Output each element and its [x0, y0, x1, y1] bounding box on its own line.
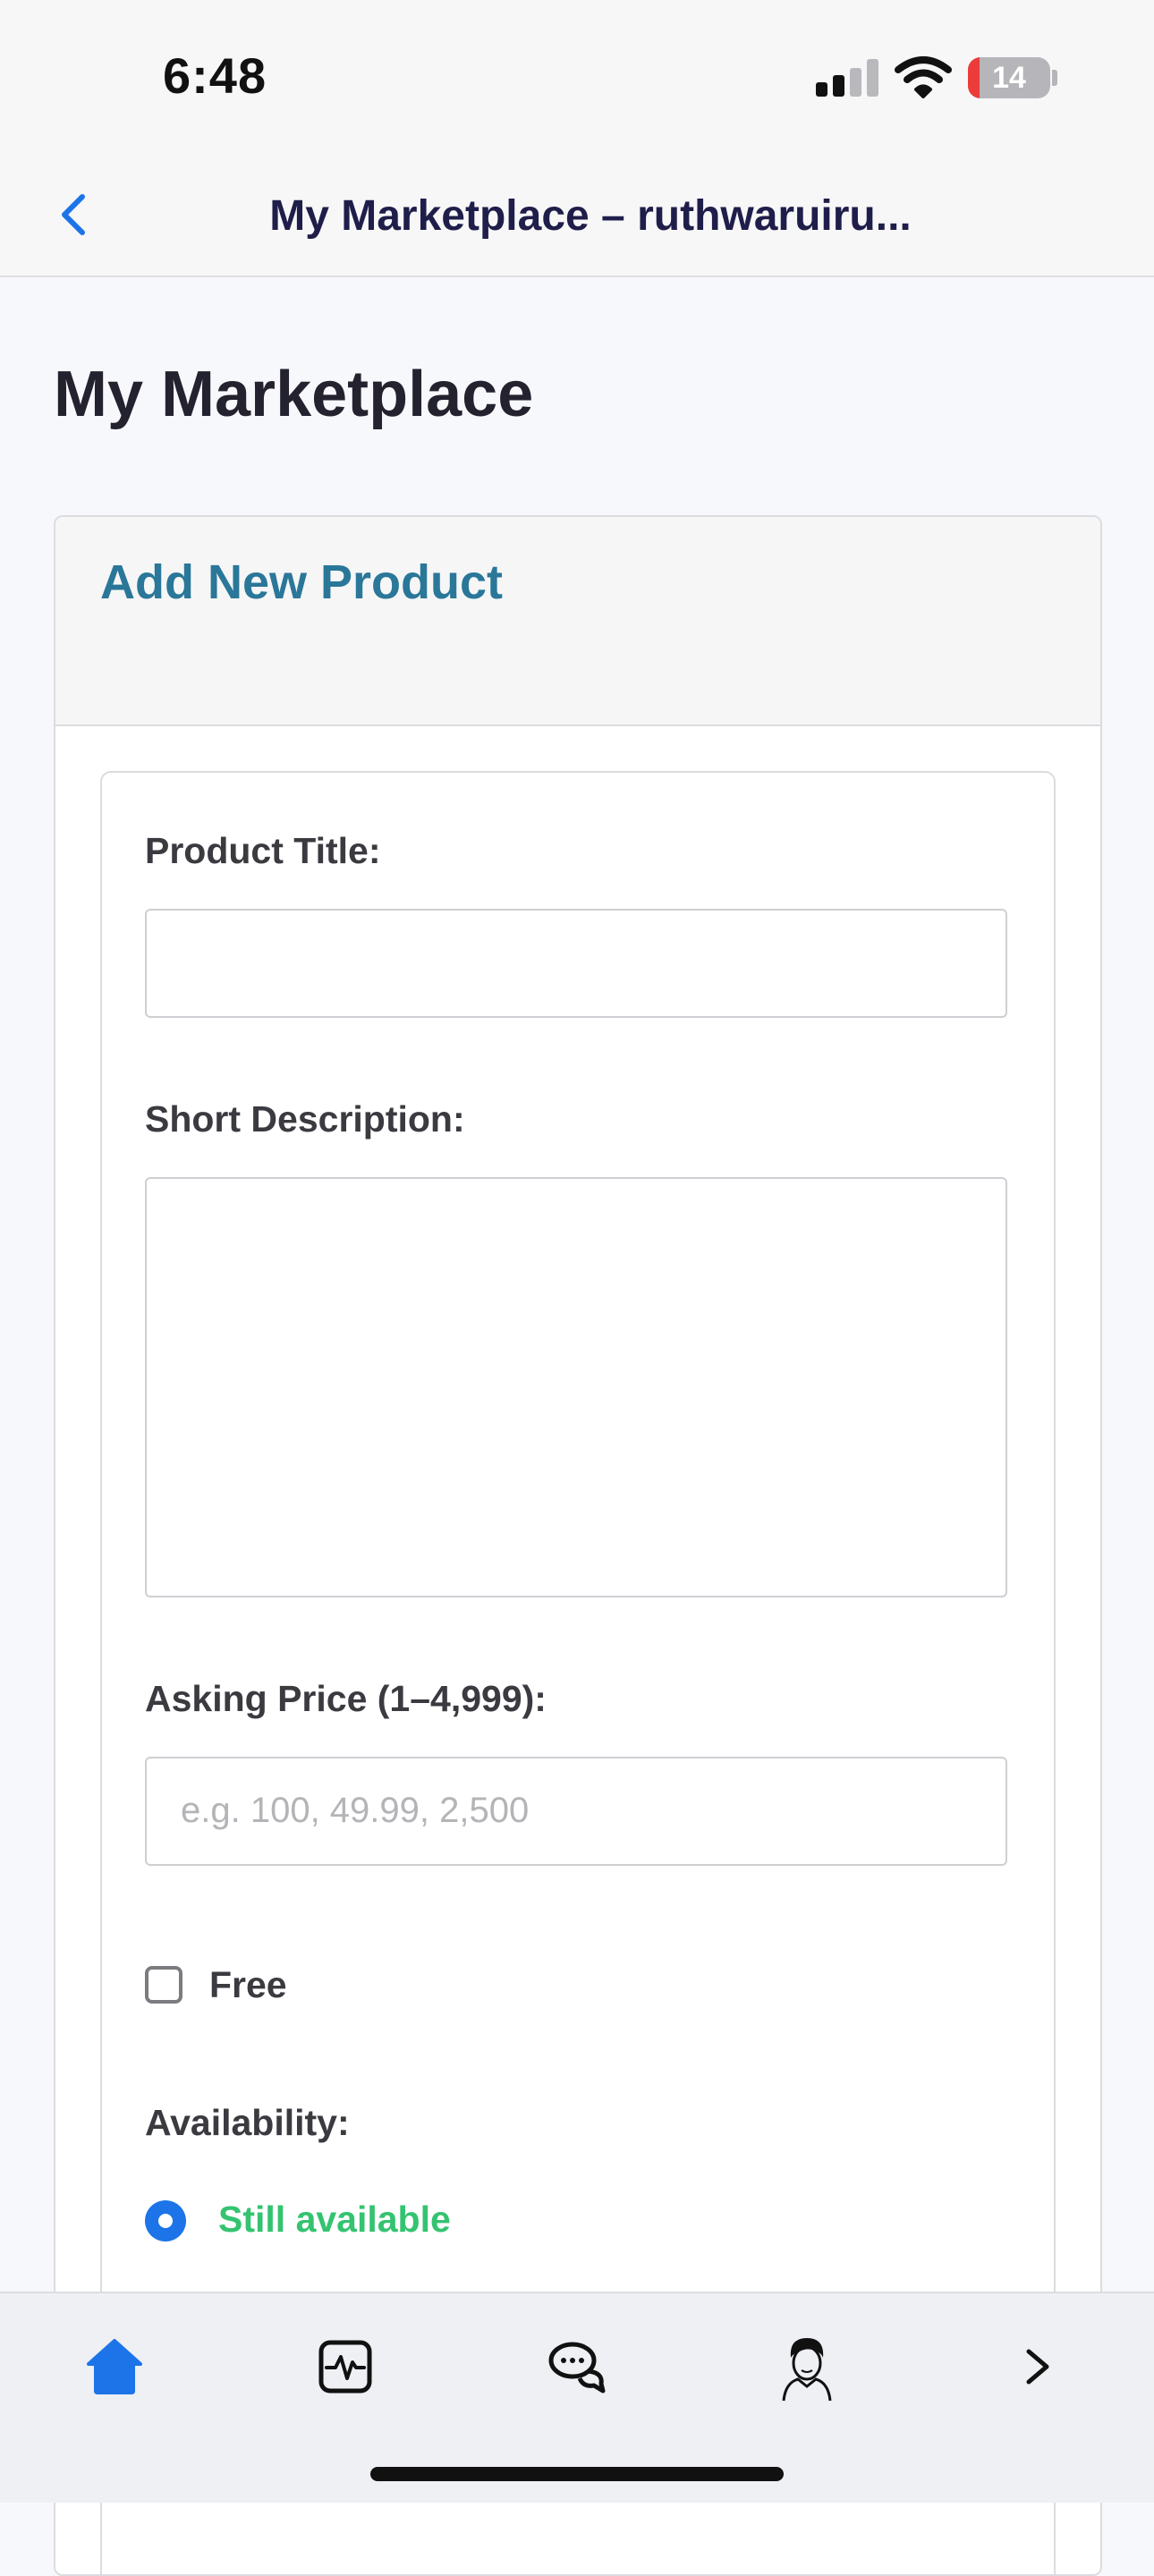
card-header-title: Add New Product — [100, 555, 504, 609]
navigation-bar: My Marketplace – ruthwaruiru... — [0, 152, 1154, 277]
asking-price-label: Asking Price (1–4,999): — [145, 1678, 547, 1719]
nav-title: My Marketplace – ruthwaruiru... — [269, 192, 912, 240]
home-icon[interactable] — [79, 2331, 150, 2402]
asking-price-placeholder: e.g. 100, 49.99, 2,500 — [181, 1791, 530, 1830]
profile-avatar-icon[interactable] — [771, 2331, 843, 2402]
status-time: 6:48 — [163, 47, 267, 104]
short-description-textarea[interactable] — [145, 1177, 1007, 1597]
free-checkbox[interactable] — [145, 1966, 182, 2004]
availability-label: Availability: — [145, 2102, 350, 2143]
chat-bubbles-icon[interactable] — [541, 2331, 613, 2402]
product-title-input[interactable] — [145, 909, 1007, 1018]
battery-cap — [1052, 70, 1057, 86]
home-indicator[interactable] — [370, 2467, 784, 2481]
add-product-card: Add New Product Product Title: Short Des… — [54, 515, 1102, 2576]
free-checkbox-label[interactable]: Free — [209, 1964, 287, 2006]
asking-price-input[interactable]: e.g. 100, 49.99, 2,500 — [145, 1757, 1007, 1866]
chevron-right-icon[interactable] — [1002, 2331, 1073, 2402]
short-description-label: Short Description: — [145, 1098, 465, 1140]
still-available-label[interactable]: Still available — [218, 2199, 451, 2241]
battery-percentage: 14 — [992, 61, 1026, 95]
cellular-signal-icon — [816, 59, 878, 97]
product-title-label: Product Title: — [145, 830, 381, 871]
battery-icon: 14 — [968, 57, 1050, 98]
page-title: My Marketplace — [54, 359, 534, 430]
wifi-icon — [895, 56, 952, 98]
still-available-radio[interactable] — [145, 2200, 186, 2241]
chevron-left-icon[interactable] — [52, 190, 97, 240]
status-bar: 6:48 14 — [0, 0, 1154, 152]
activity-icon[interactable] — [310, 2331, 381, 2402]
card-header: Add New Product — [55, 517, 1100, 726]
